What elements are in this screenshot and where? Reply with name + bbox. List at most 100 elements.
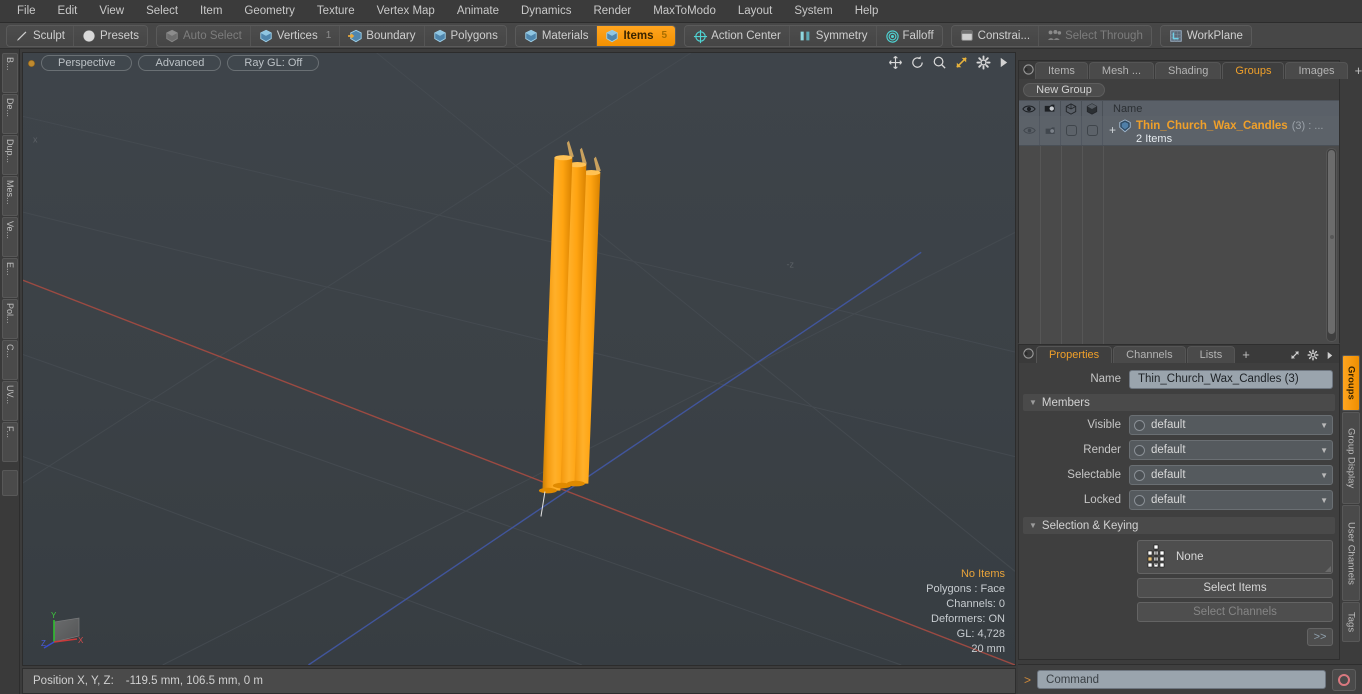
toolbar-button-boundary[interactable]: Boundary [340,25,425,46]
column-outline-header[interactable] [1061,101,1082,116]
properties-tab-add-button[interactable]: + [1236,346,1256,363]
left-tab-extra[interactable] [2,470,18,496]
left-tab-1[interactable]: De... [2,94,18,134]
toolbar-button-presets[interactable]: Presets [73,25,147,46]
row-expander[interactable]: + [1109,123,1116,137]
menu-item-render[interactable]: Render [582,2,642,20]
select-items-button[interactable]: Select Items [1137,578,1333,598]
properties-tab-properties[interactable]: Properties [1036,346,1113,363]
row-selectable-toggle[interactable] [1061,116,1082,145]
axis-gizmo[interactable]: Y X Z [41,606,89,655]
right-tab-group-display[interactable]: Group Display [1342,412,1360,504]
column-solid-header[interactable] [1082,101,1103,116]
left-tab-0[interactable]: B... [2,53,18,93]
row-render-toggle[interactable] [1040,116,1061,145]
member-dropdown-selectable[interactable]: default ▼ [1129,465,1333,485]
member-dropdown-visible[interactable]: default ▼ [1129,415,1333,435]
viewport-shading-pill[interactable]: Advanced [138,55,222,71]
radio-icon[interactable] [1134,494,1145,506]
table-row[interactable]: + Thin_Church_Wax_Candles (3) : ... 2 It… [1019,116,1339,146]
menu-item-select[interactable]: Select [135,2,189,20]
groups-tab-images[interactable]: Images [1285,62,1348,79]
gear-icon[interactable] [976,55,991,70]
toolbar-button-symmetry[interactable]: Symmetry [789,25,877,46]
menu-item-layout[interactable]: Layout [727,2,784,20]
toolbar-button-vertices[interactable]: Vertices 1 [250,25,341,46]
row-visible-toggle[interactable] [1019,116,1040,145]
panel-menu-dot-icon[interactable] [1023,64,1034,76]
zoom-icon[interactable] [932,55,947,70]
toolbar-button-polygons[interactable]: Polygons [424,25,506,46]
move-icon[interactable] [888,55,903,70]
radio-icon[interactable] [1134,444,1145,456]
left-tab-6[interactable]: Pol... [2,299,18,339]
gear-icon[interactable] [1307,349,1319,361]
menu-item-animate[interactable]: Animate [446,2,510,20]
left-tab-4[interactable]: Ve... [2,217,18,257]
selection-set-dropdown[interactable]: None [1137,540,1333,574]
group-list-scrollbar[interactable] [1326,148,1337,342]
menu-item-dynamics[interactable]: Dynamics [510,2,582,20]
menu-item-maxtomodo[interactable]: MaxToModo [642,2,727,20]
toolbar-button-workplane[interactable]: WorkPlane [1160,25,1251,46]
right-tab-groups[interactable]: Groups [1342,355,1360,411]
row-locked-toggle[interactable] [1082,116,1103,145]
left-tab-9[interactable]: F... [2,422,18,462]
member-dropdown-render[interactable]: default ▼ [1129,440,1333,460]
3d-viewport[interactable]: x -z Perspective Advanced Ray GL: Off No… [22,52,1016,666]
menu-item-geometry[interactable]: Geometry [233,2,306,20]
scrollbar-thumb[interactable] [1328,150,1335,335]
group-list-body[interactable] [1019,146,1339,344]
name-field[interactable]: Thin_Church_Wax_Candles (3) [1129,369,1333,389]
menu-item-vertex-map[interactable]: Vertex Map [366,2,446,20]
groups-tab-add-button[interactable]: + [1349,62,1362,79]
left-tab-8[interactable]: UV... [2,381,18,421]
column-name-header: Name [1113,102,1143,115]
radio-icon[interactable] [1134,419,1145,431]
selection-keying-section-header[interactable]: ▼ Selection & Keying [1023,517,1335,534]
groups-tab-items[interactable]: Items [1035,62,1088,79]
menu-item-edit[interactable]: Edit [47,2,89,20]
menu-item-system[interactable]: System [783,2,843,20]
popout-icon[interactable] [1289,349,1301,361]
toolbar-button-action-center[interactable]: Action Center [685,25,790,46]
toolbar-button-falloff[interactable]: Falloff [876,25,942,46]
menu-item-texture[interactable]: Texture [306,2,366,20]
chevron-right-icon[interactable] [1325,350,1334,361]
properties-tab-channels[interactable]: Channels [1113,346,1186,363]
stat-channels: Channels: 0 [946,598,1005,610]
groups-tab-groups[interactable]: Groups [1222,62,1285,79]
members-section-header[interactable]: ▼ Members [1023,394,1335,411]
left-tab-2[interactable]: Dup... [2,135,18,175]
toolbar-button-constrai-[interactable]: Constrai... [951,25,1040,46]
left-tab-5[interactable]: E... [2,258,18,298]
menu-item-file[interactable]: File [6,2,47,20]
left-tab-7[interactable]: C... [2,340,18,380]
fit-icon[interactable] [954,55,969,70]
toolbar-button-materials[interactable]: Materials [515,25,598,46]
properties-tab-lists[interactable]: Lists [1186,346,1236,363]
command-input[interactable]: Command [1037,670,1326,689]
left-tab-3[interactable]: Mes... [2,176,18,216]
right-tab-user-channels[interactable]: User Channels [1342,505,1360,601]
column-visible-header[interactable] [1019,101,1040,116]
record-button[interactable] [1332,668,1356,691]
member-dropdown-locked[interactable]: default ▼ [1129,490,1333,510]
panel-menu-dot-icon[interactable] [1023,348,1035,360]
new-group-button[interactable]: New Group [1023,83,1105,97]
column-render-header[interactable] [1040,101,1061,116]
viewport-raygl-pill[interactable]: Ray GL: Off [227,55,320,71]
viewport-camera-pill[interactable]: Perspective [41,55,133,71]
toolbar-button-sculpt[interactable]: Sculpt [7,25,74,46]
rotate-icon[interactable] [910,55,925,70]
right-tab-tags[interactable]: Tags [1342,602,1360,642]
play-arrow-icon[interactable] [998,56,1009,69]
expand-more-button[interactable]: >> [1307,628,1333,646]
groups-tab-mesh-[interactable]: Mesh ... [1088,62,1155,79]
radio-icon[interactable] [1134,469,1145,481]
groups-tab-shading[interactable]: Shading [1155,62,1222,79]
menu-item-view[interactable]: View [88,2,135,20]
menu-item-item[interactable]: Item [189,2,233,20]
toolbar-button-items[interactable]: Items 5 [597,25,676,46]
menu-item-help[interactable]: Help [844,2,890,20]
